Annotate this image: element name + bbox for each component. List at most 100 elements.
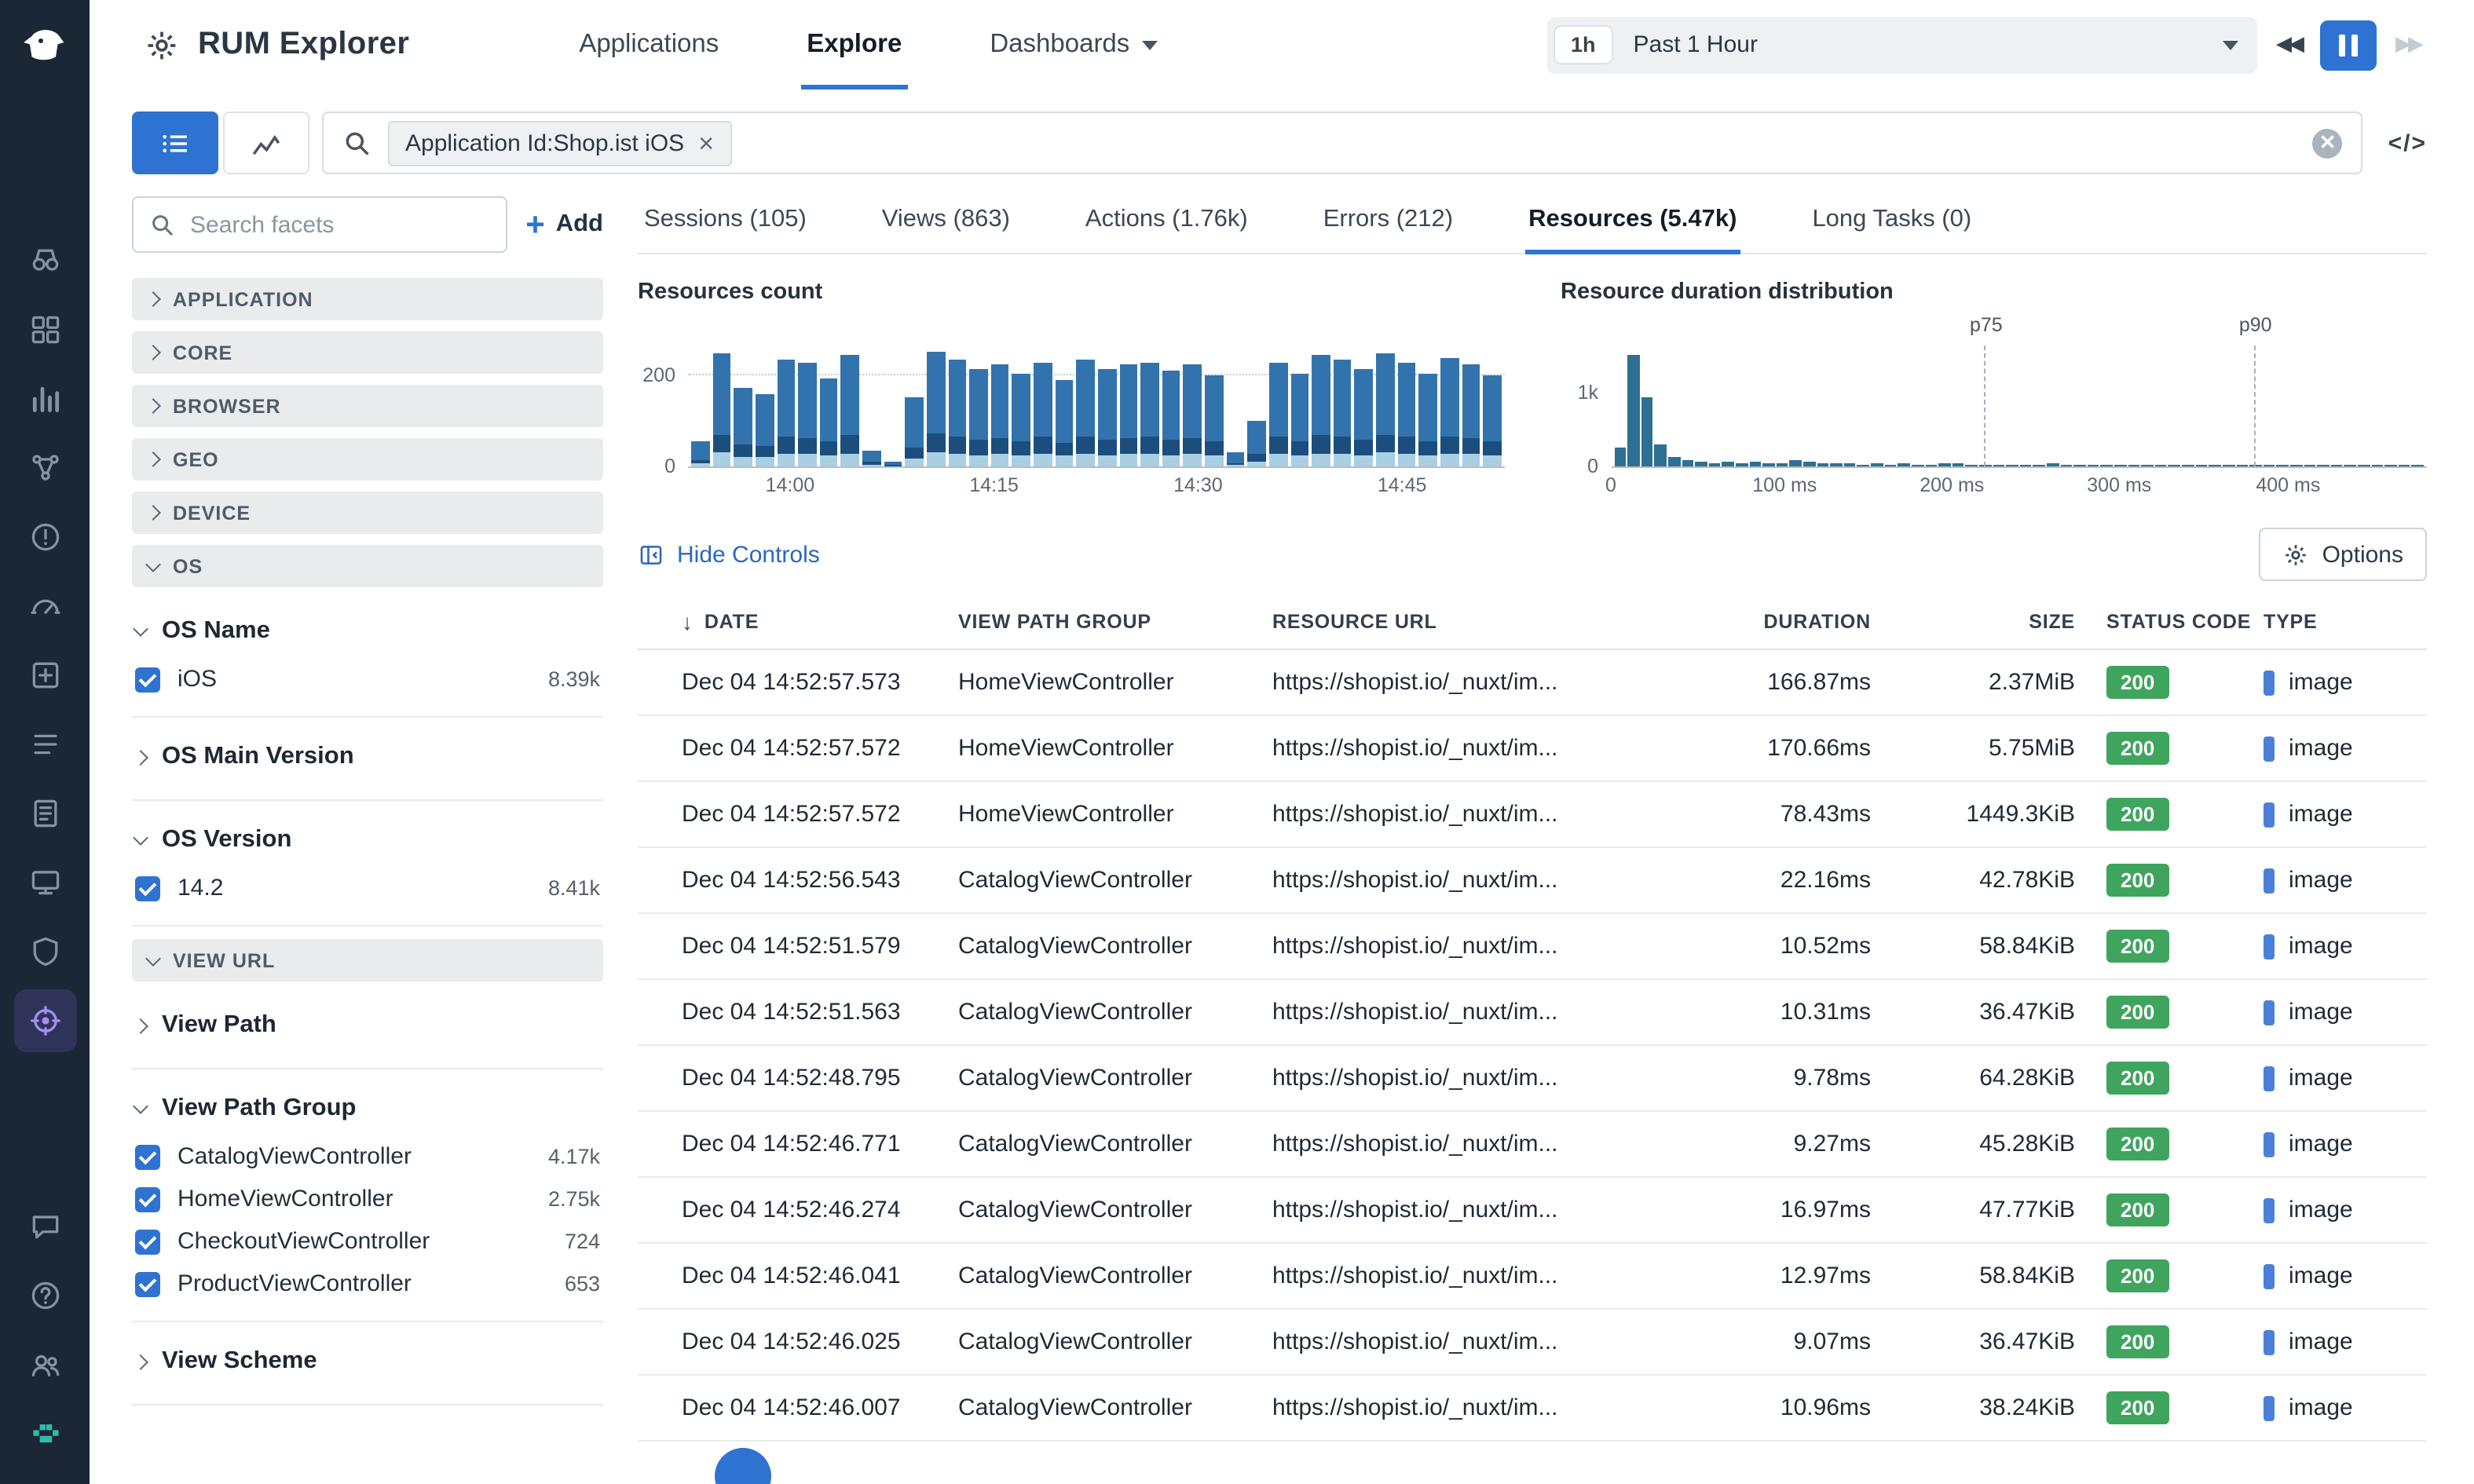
users-icon[interactable]	[13, 1333, 76, 1396]
list-view-button[interactable]	[132, 111, 218, 174]
metrics-icon[interactable]	[13, 367, 76, 430]
facet-section-core[interactable]: CORE	[132, 331, 603, 374]
table-row[interactable]: Dec 04 14:52:46.025CatalogViewController…	[638, 1310, 2427, 1376]
facet-section-device[interactable]: DEVICE	[132, 492, 603, 534]
facet-search-input[interactable]: Search facets	[132, 196, 507, 253]
column-header-status-code[interactable]: STATUS CODE	[2088, 610, 2264, 632]
table-row[interactable]: Dec 04 14:52:46.041CatalogViewController…	[638, 1244, 2427, 1310]
facet-group-title[interactable]: View Path	[132, 999, 603, 1052]
facet-value-row[interactable]: CatalogViewController4.17k	[132, 1135, 603, 1178]
nav-item-dashboards[interactable]: Dashboards	[990, 0, 1158, 90]
facet-group-title[interactable]: OS Version	[132, 813, 603, 867]
security-icon[interactable]	[13, 920, 76, 983]
checkbox-checked[interactable]	[135, 1271, 160, 1296]
timeseries-view-button[interactable]	[223, 111, 309, 174]
facet-value-row[interactable]: 14.28.41k	[132, 867, 603, 909]
table-row[interactable]: Dec 04 14:52:46.007CatalogViewController…	[638, 1376, 2427, 1442]
tab-actions[interactable]: Actions (1.76k)	[1082, 190, 1251, 253]
facet-group-title[interactable]: View Path Group	[132, 1082, 603, 1135]
datadog-logo[interactable]	[13, 13, 76, 75]
notebooks-icon[interactable]	[13, 713, 76, 776]
type-label: image	[2289, 669, 2353, 696]
fast-forward-button[interactable]: ▶▶	[2389, 20, 2427, 70]
table-row[interactable]: Dec 04 14:52:57.573HomeViewControllerhtt…	[638, 650, 2427, 716]
column-header-label: DURATION	[1764, 610, 1872, 632]
facet-value-row[interactable]: HomeViewController2.75k	[132, 1178, 603, 1220]
facet-section-view-url[interactable]: VIEW URL	[132, 939, 603, 981]
cell-resource-url: https://shopist.io/_nuxt/im...	[1272, 1065, 1698, 1091]
watchdog-icon[interactable]	[13, 229, 76, 292]
facet-value-row[interactable]: iOS8.39k	[132, 658, 603, 700]
chevron-right-icon	[145, 345, 161, 360]
facet-panel: Search facets + Add APPLICATION CORE BROWS…	[132, 190, 603, 1484]
facet-value-row[interactable]: CheckoutViewController724	[132, 1220, 603, 1263]
x-axis-tick: 14:00	[766, 474, 815, 496]
integrations-icon[interactable]	[13, 644, 76, 707]
code-view-icon[interactable]: </>	[2388, 130, 2427, 156]
facet-group-title[interactable]: OS Name	[132, 605, 603, 658]
search-input[interactable]: Application Id:Shop.ist iOS × ✕	[322, 111, 2363, 174]
rewind-button[interactable]: ◀◀	[2270, 20, 2307, 70]
column-header-date[interactable]: ↓DATE	[682, 609, 958, 634]
help-icon[interactable]	[13, 1264, 76, 1327]
table-row[interactable]: Dec 04 14:52:51.563CatalogViewController…	[638, 980, 2427, 1046]
nav-item-label: Explore	[807, 30, 902, 60]
hide-controls-button[interactable]: Hide Controls	[638, 541, 820, 568]
rum-icon[interactable]	[13, 989, 76, 1052]
column-header-view-path-group[interactable]: VIEW PATH GROUP	[958, 610, 1272, 632]
type-indicator-icon	[2264, 868, 2275, 893]
network-icon[interactable]	[13, 437, 76, 499]
checkbox-checked[interactable]	[135, 875, 160, 901]
apm-icon[interactable]	[13, 575, 76, 638]
tab-long[interactable]: Long Tasks (0)	[1809, 190, 1974, 253]
table-row[interactable]: Dec 04 14:52:51.579CatalogViewController…	[638, 914, 2427, 980]
tab-resources[interactable]: Resources (5.47k)	[1525, 190, 1740, 253]
facet-section-application[interactable]: APPLICATION	[132, 278, 603, 320]
pause-button[interactable]	[2320, 20, 2377, 70]
checkbox-checked[interactable]	[135, 667, 160, 692]
status-badge: 200	[2106, 996, 2168, 1029]
dashboards-icon[interactable]	[13, 298, 76, 361]
facet-value-row[interactable]: ProductViewController653	[132, 1263, 603, 1305]
nav-item-explore[interactable]: Explore	[807, 0, 902, 90]
table-row[interactable]: Dec 04 14:52:48.795CatalogViewController…	[638, 1046, 2427, 1112]
status-badge: 200	[2106, 798, 2168, 831]
chat-icon[interactable]	[13, 1195, 76, 1258]
column-header-resource-url[interactable]: RESOURCE URL	[1272, 610, 1698, 632]
monitors-icon[interactable]	[13, 506, 76, 568]
synthetics-icon[interactable]	[13, 851, 76, 914]
checkbox-checked[interactable]	[135, 1144, 160, 1169]
search-filter-chip[interactable]: Application Id:Shop.ist iOS ×	[388, 120, 731, 166]
nav-item-applications[interactable]: Applications	[579, 0, 719, 90]
sort-desc-icon[interactable]: ↓	[682, 609, 694, 634]
clear-search-icon[interactable]: ✕	[2313, 128, 2343, 158]
table-row[interactable]: Dec 04 14:52:57.572HomeViewControllerhtt…	[638, 716, 2427, 782]
column-header-type[interactable]: TYPE	[2264, 610, 2421, 632]
add-facet-button[interactable]: + Add	[525, 208, 603, 241]
cell-date: Dec 04 14:52:48.795	[682, 1065, 958, 1091]
facet-group-title[interactable]: View Scheme	[132, 1335, 603, 1388]
facet-section-geo[interactable]: GEO	[132, 438, 603, 481]
tab-views[interactable]: Views (863)	[879, 190, 1013, 253]
checkbox-checked[interactable]	[135, 1186, 160, 1212]
table-row[interactable]: Dec 04 14:52:56.543CatalogViewController…	[638, 848, 2427, 914]
tab-sessions[interactable]: Sessions (105)	[641, 190, 810, 253]
options-button[interactable]: Options	[2260, 528, 2427, 581]
table-row[interactable]: Dec 04 14:52:57.572HomeViewControllerhtt…	[638, 782, 2427, 848]
column-header-duration[interactable]: DURATION	[1698, 610, 1883, 632]
table-row[interactable]: Dec 04 14:52:46.771CatalogViewController…	[638, 1112, 2427, 1178]
time-range-picker[interactable]: 1h Past 1 Hour	[1547, 16, 2257, 73]
tab-errors[interactable]: Errors (212)	[1320, 190, 1456, 253]
logs-icon[interactable]	[13, 782, 76, 845]
checkbox-checked[interactable]	[135, 1229, 160, 1254]
chip-remove-icon[interactable]: ×	[698, 130, 714, 156]
table-row[interactable]: Dec 04 14:52:46.274CatalogViewController…	[638, 1178, 2427, 1244]
cell-type: image	[2264, 1065, 2421, 1091]
facet-group-title[interactable]: OS Main Version	[132, 730, 603, 784]
chart-bar	[1993, 464, 2004, 466]
facet-section-browser[interactable]: BROWSER	[132, 385, 603, 427]
column-header-size[interactable]: SIZE	[1883, 610, 2088, 632]
bits-icon[interactable]	[13, 1402, 76, 1465]
facet-value-label: CatalogViewController	[177, 1143, 531, 1170]
facet-section-os[interactable]: OS	[132, 545, 603, 587]
